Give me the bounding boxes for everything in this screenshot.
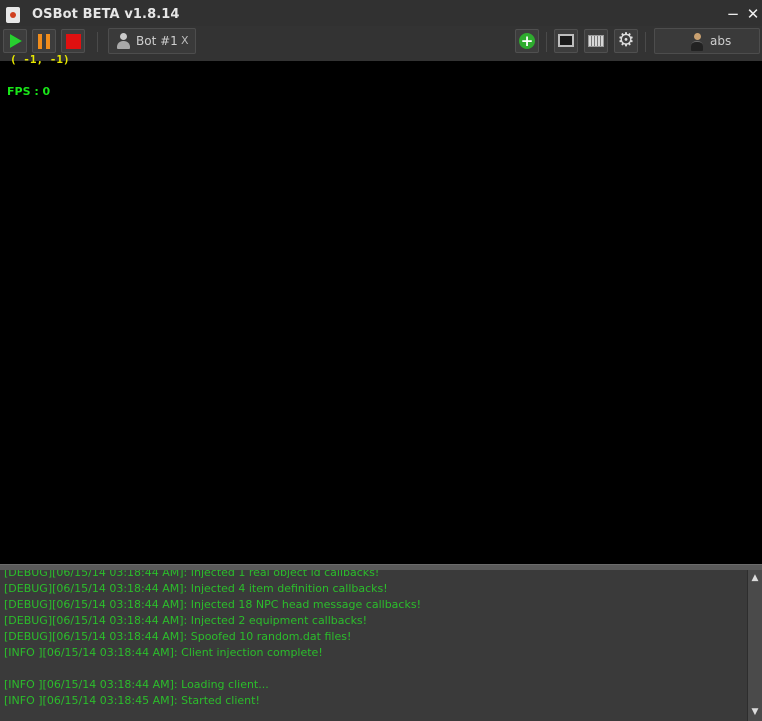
- bot-tab-close-button[interactable]: X: [181, 34, 189, 47]
- mouse-coordinates: ( -1, -1): [10, 53, 70, 66]
- toolbar-divider: [546, 32, 547, 52]
- log-line: [INFO ][06/15/14 03:18:44 AM]: Loading c…: [4, 678, 269, 691]
- stop-icon: [66, 34, 81, 49]
- log-line: [DEBUG][06/15/14 03:18:44 AM]: Injected …: [4, 614, 368, 627]
- pause-script-button[interactable]: [32, 29, 56, 53]
- game-canvas[interactable]: ( -1, -1) FPS : 0: [0, 53, 762, 564]
- log-line: [DEBUG][06/15/14 03:18:44 AM]: Injected …: [4, 582, 388, 595]
- scroll-thumb[interactable]: [749, 586, 761, 696]
- window-title: OSBot BETA v1.8.14: [32, 7, 180, 22]
- keyboard-icon: [588, 35, 604, 47]
- log-line: [DEBUG][06/15/14 03:18:44 AM]: Injected …: [4, 598, 421, 611]
- play-icon: [10, 34, 22, 48]
- log-scrollbar[interactable]: ▲ ▼: [747, 570, 762, 721]
- plus-icon: +: [519, 32, 535, 50]
- log-line: [DEBUG][06/15/14 03:18:44 AM]: Injected …: [4, 570, 380, 579]
- log-line: [INFO ][06/15/14 03:18:44 AM]: Client in…: [4, 646, 323, 659]
- start-script-button[interactable]: [3, 29, 27, 53]
- close-window-button[interactable]: ✕: [746, 6, 760, 22]
- pause-icon: [46, 34, 50, 49]
- add-bot-button[interactable]: +: [515, 29, 539, 53]
- toolbar: Bot #1 X + ⚙ abs: [0, 26, 762, 62]
- toolbar-divider: [97, 32, 98, 52]
- minimize-button[interactable]: −: [726, 6, 740, 22]
- java-app-icon: [6, 7, 20, 23]
- log-line: [INFO ][06/15/14 03:18:45 AM]: Started c…: [4, 694, 260, 707]
- toolbar-divider: [645, 32, 646, 52]
- user-account-button[interactable]: abs: [654, 28, 760, 54]
- username-label: abs: [710, 34, 732, 48]
- log-line: [DEBUG][06/15/14 03:18:44 AM]: Spoofed 1…: [4, 630, 352, 643]
- toggle-render-button[interactable]: [554, 29, 578, 53]
- user-avatar-icon: [691, 33, 703, 51]
- stop-script-button[interactable]: [61, 29, 85, 53]
- toggle-input-button[interactable]: [584, 29, 608, 53]
- bot-tab[interactable]: Bot #1 X: [108, 28, 196, 54]
- screen-icon: [558, 34, 574, 47]
- bot-avatar-icon: [116, 33, 130, 49]
- log-lines: [DEBUG][06/15/14 03:18:44 AM]: Injected …: [4, 570, 421, 709]
- bot-tab-label: Bot #1: [136, 34, 178, 48]
- log-console: [DEBUG][06/15/14 03:18:44 AM]: Injected …: [0, 570, 747, 721]
- scroll-up-button[interactable]: ▲: [748, 571, 762, 585]
- pause-icon: [38, 34, 42, 49]
- fps-counter: FPS : 0: [7, 85, 51, 98]
- settings-button[interactable]: ⚙: [614, 29, 638, 53]
- gear-icon: ⚙: [617, 29, 635, 51]
- scroll-down-button[interactable]: ▼: [748, 705, 762, 719]
